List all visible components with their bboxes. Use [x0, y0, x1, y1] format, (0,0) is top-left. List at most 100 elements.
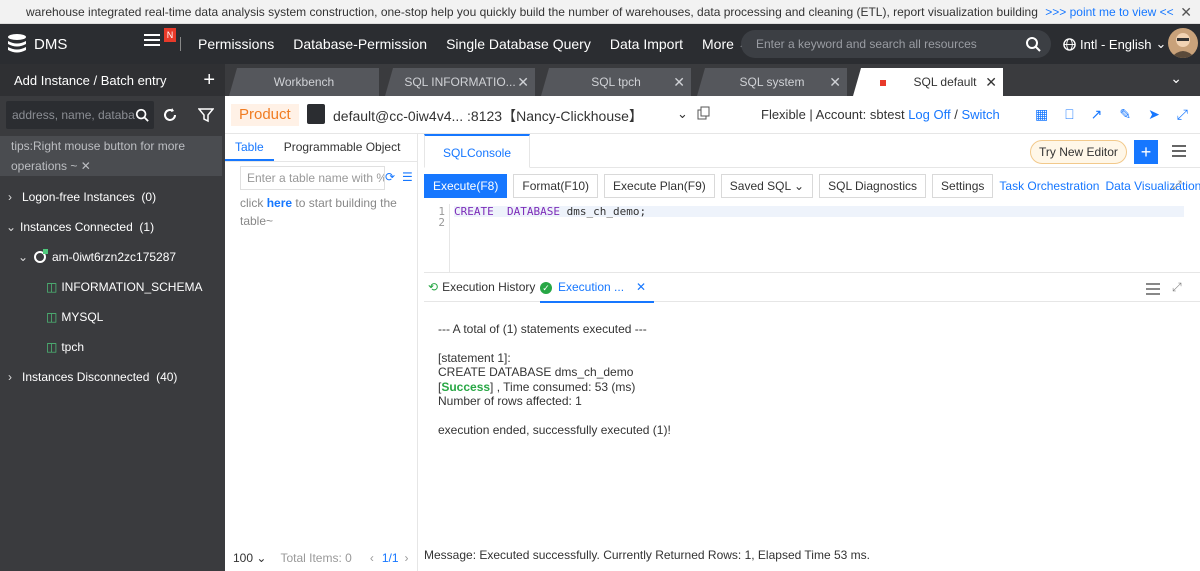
tree-count: (0)	[141, 190, 157, 204]
unsaved-dot-icon	[879, 79, 886, 86]
tree-db-mysql[interactable]: ◫ MYSQL	[0, 302, 225, 332]
monitor-icon[interactable]: ⎕	[1065, 106, 1073, 123]
banner-close-icon[interactable]: ✕	[1180, 0, 1192, 23]
tab-execution-result[interactable]: ✓ Execution ... ✕	[540, 273, 654, 303]
top-navigation: DMS N Permissions Database-Permission Si…	[0, 24, 1200, 64]
plus-icon[interactable]: +	[203, 70, 215, 90]
nav-permissions[interactable]: Permissions	[198, 36, 274, 52]
code-editor[interactable]: 1 2 CREATE DATABASE dms_ch_demo;	[424, 204, 1200, 272]
search-icon[interactable]	[135, 108, 149, 122]
try-new-editor-button[interactable]: Try New Editor	[1030, 140, 1127, 164]
tree-logon-free[interactable]: › Logon-free Instances (0)	[0, 182, 225, 212]
user-avatar[interactable]	[1168, 28, 1198, 58]
add-console-button[interactable]: +	[1134, 140, 1158, 164]
tab-sql-tpch[interactable]: SQL tpch ✕	[541, 68, 691, 96]
instance-search-input[interactable]: address, name, databa	[6, 101, 154, 129]
hamburger-menu-icon[interactable]	[144, 34, 160, 48]
tree-label: Instances Disconnected	[22, 370, 150, 384]
filter-icon[interactable]	[198, 107, 214, 123]
account-label: Flexible | Account: sbtest	[761, 107, 905, 122]
output-sql: CREATE DATABASE dms_ch_demo	[438, 365, 634, 379]
tree-label: Logon-free Instances	[22, 190, 135, 204]
send-icon[interactable]: ➤	[1148, 106, 1160, 123]
close-icon[interactable]: ✕	[81, 159, 91, 173]
logoff-link[interactable]: Log Off	[908, 107, 950, 122]
tree-connected[interactable]: ⌄ Instances Connected (1)	[0, 212, 225, 242]
tab-bar: Workbench SQL INFORMATIO... ✕ SQL tpch ✕ S…	[225, 64, 1200, 96]
output-statement: [statement 1]:	[438, 350, 511, 365]
close-icon[interactable]: ✕	[673, 68, 685, 96]
tab-sql-system[interactable]: SQL system ✕	[697, 68, 847, 96]
tree-disconnected[interactable]: › Instances Disconnected (40)	[0, 362, 225, 392]
close-icon[interactable]: ✕	[985, 68, 997, 96]
nav-data-import[interactable]: Data Import	[610, 36, 683, 52]
tab-table[interactable]: Table	[225, 133, 274, 161]
external-link-icon[interactable]: ↗	[1091, 106, 1103, 123]
copy-icon[interactable]	[697, 106, 711, 120]
nav-divider	[180, 37, 181, 51]
tips-text: tips:Right mouse button for more operati…	[11, 139, 186, 173]
chevron-right-icon: ›	[8, 370, 12, 384]
execute-plan-button[interactable]: Execute Plan(F9)	[604, 174, 715, 198]
page-indicator: 1/1	[381, 551, 399, 565]
object-panel: Table Programmable Object Enter a table …	[225, 134, 418, 571]
page-size-select[interactable]: 100 ⌄	[233, 551, 266, 565]
tree-instance[interactable]: ⌄ am-0iwt6rzn2zc175287	[0, 242, 225, 272]
create-table-link[interactable]: here	[267, 196, 292, 210]
chevron-down-icon[interactable]: ⌄	[1170, 70, 1182, 87]
tab-sql-information-schema[interactable]: SQL INFORMATIO... ✕	[385, 68, 535, 96]
tree-label: MYSQL	[61, 310, 104, 324]
result-tabs: ⟲ Execution History ✓ Execution ... ✕ ⤢	[424, 272, 1200, 303]
task-orchestration-link[interactable]: Task Orchestration	[999, 174, 1099, 198]
language-selector[interactable]: Intl - English ⌄	[1063, 36, 1166, 52]
account-info: Flexible | Account: sbtest Log Off / Swi…	[761, 107, 1000, 122]
table-filter-placeholder: Enter a table name with %	[247, 171, 385, 185]
connection-name[interactable]: default@cc-0iw4v4... :8123【Nancy-Clickho…	[333, 106, 643, 126]
tab-sql-default[interactable]: SQL default ✕	[853, 68, 1003, 96]
tab-programmable-object[interactable]: Programmable Object	[274, 133, 411, 161]
edit-icon[interactable]: ✎	[1119, 106, 1131, 123]
nav-single-database-query[interactable]: Single Database Query	[446, 36, 591, 52]
format-button[interactable]: Format(F10)	[513, 174, 599, 198]
list-icon[interactable]: ☰	[402, 170, 413, 184]
tab-workbench[interactable]: Workbench	[229, 68, 379, 96]
fullscreen-icon[interactable]: ⤢	[1177, 106, 1188, 123]
menu-icon[interactable]	[1146, 283, 1160, 298]
sql-diagnostics-button[interactable]: SQL Diagnostics	[819, 174, 927, 198]
table-grid-icon[interactable]: ▦	[1035, 106, 1048, 123]
database-icon: ◫	[46, 340, 58, 354]
tab-execution-history[interactable]: ⟲ Execution History	[428, 273, 535, 301]
close-icon[interactable]: ✕	[636, 273, 646, 301]
global-search-input[interactable]: Enter a keyword and search all resources	[741, 30, 1051, 58]
close-icon[interactable]: ✕	[829, 68, 841, 96]
saved-sql-dropdown[interactable]: Saved SQL ⌄	[720, 174, 814, 198]
prev-page-icon[interactable]: ‹	[370, 551, 374, 565]
add-instance-label[interactable]: Add Instance / Batch entry	[14, 73, 166, 88]
banner-link[interactable]: >>> point me to view <<	[1045, 5, 1173, 19]
tab-sqlconsole[interactable]: SQLConsole	[424, 134, 530, 168]
tab-label: SQL INFORMATIO...	[404, 75, 516, 89]
nav-database-permission[interactable]: Database-Permission	[293, 36, 427, 52]
tree-label: INFORMATION_SCHEMA	[61, 280, 203, 294]
code-line: CREATE DATABASE dms_ch_demo;	[454, 206, 1184, 217]
execute-button[interactable]: Execute(F8)	[424, 174, 508, 198]
chevron-down-icon[interactable]: ⌄	[677, 106, 688, 122]
expand-icon[interactable]: ⤢	[1172, 178, 1182, 193]
menu-icon[interactable]	[1172, 145, 1186, 160]
tree-db-information-schema[interactable]: ◫ INFORMATION_SCHEMA	[0, 272, 225, 302]
settings-button[interactable]: Settings	[932, 174, 994, 198]
table-filter-input[interactable]: Enter a table name with %	[240, 166, 385, 190]
switch-link[interactable]: Switch	[961, 107, 999, 122]
link-separator: /	[954, 107, 958, 122]
next-page-icon[interactable]: ›	[405, 551, 409, 565]
close-icon[interactable]: ✕	[517, 68, 529, 96]
instance-tree: › Logon-free Instances (0) ⌄ Instances C…	[0, 182, 225, 392]
dms-logo[interactable]: DMS	[6, 32, 67, 56]
refresh-icon[interactable]: ⟳	[385, 170, 395, 184]
refresh-icon[interactable]	[162, 107, 178, 123]
chevron-down-icon: ⌄	[6, 220, 17, 234]
expand-icon[interactable]: ⤢	[1172, 280, 1182, 295]
data-visualization-link[interactable]: Data Visualization	[1105, 174, 1200, 198]
search-icon[interactable]	[1025, 36, 1041, 52]
tree-db-tpch[interactable]: ◫ tpch	[0, 332, 225, 362]
